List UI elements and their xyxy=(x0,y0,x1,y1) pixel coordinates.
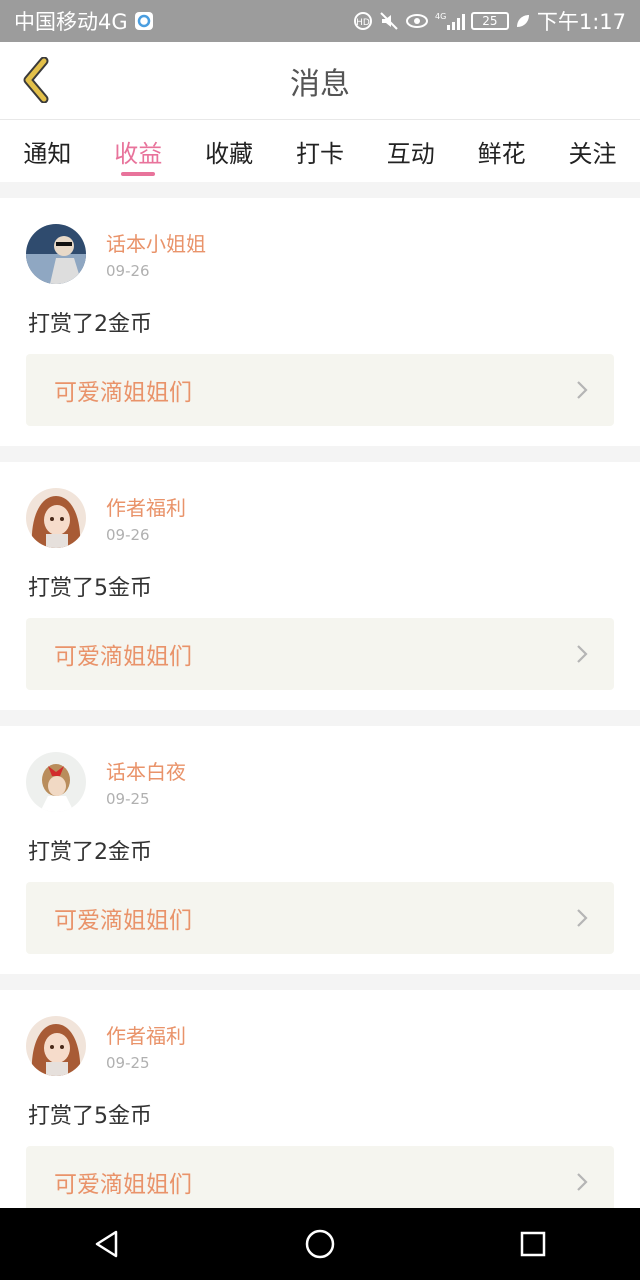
carrier-label: 中国移动4G xyxy=(14,10,128,34)
chevron-right-icon xyxy=(577,1173,588,1191)
tab-label: 收藏 xyxy=(205,139,254,168)
avatar[interactable] xyxy=(26,1016,86,1076)
tab-flowers[interactable]: 鲜花 xyxy=(468,120,536,182)
active-tab-indicator xyxy=(121,172,156,176)
leaf-icon xyxy=(515,13,531,29)
message-card: 话本小姐姐 09-26 打赏了2金币 可爱滴姐姐们 xyxy=(0,198,640,446)
battery-icon: 25 xyxy=(470,12,509,30)
tab-earnings[interactable]: 收益 xyxy=(104,120,172,182)
message-date: 09-26 xyxy=(106,526,150,544)
mute-icon xyxy=(379,11,399,31)
chevron-right-icon xyxy=(577,381,588,399)
work-title: 可爱滴姐姐们 xyxy=(54,908,192,934)
status-bar: 中国移动4G HD 4G 25 下午1:17 xyxy=(0,0,640,42)
work-title: 可爱滴姐姐们 xyxy=(54,380,192,406)
sender-name[interactable]: 话本白夜 xyxy=(106,756,186,785)
message-date: 09-25 xyxy=(106,1054,150,1072)
work-link[interactable]: 可爱滴姐姐们 xyxy=(26,354,614,426)
work-link[interactable]: 可爱滴姐姐们 xyxy=(26,882,614,954)
eye-icon xyxy=(405,11,429,31)
back-triangle-icon xyxy=(95,1230,117,1258)
sender-name[interactable]: 作者福利 xyxy=(106,1020,186,1049)
nav-recents-button[interactable] xyxy=(503,1214,563,1274)
tab-checkin[interactable]: 打卡 xyxy=(286,120,354,182)
svg-text:4G: 4G xyxy=(435,12,446,21)
message-list: 话本小姐姐 09-26 打赏了2金币 可爱滴姐姐们 作者福利 09-26 打赏了… xyxy=(0,182,640,1208)
sender-name[interactable]: 话本小姐姐 xyxy=(106,228,206,257)
sender-name[interactable]: 作者福利 xyxy=(106,492,186,521)
page-title: 消息 xyxy=(290,67,350,102)
chevron-right-icon xyxy=(577,645,588,663)
tab-bar: 通知 收益 收藏 打卡 互动 鲜花 关注 xyxy=(0,120,640,182)
tab-label: 通知 xyxy=(23,139,72,168)
work-title: 可爱滴姐姐们 xyxy=(54,644,192,670)
nav-home-button[interactable] xyxy=(290,1214,350,1274)
work-link[interactable]: 可爱滴姐姐们 xyxy=(26,618,614,690)
work-title: 可爱滴姐姐们 xyxy=(54,1172,192,1198)
recent-square-icon xyxy=(521,1231,546,1257)
message-card: 话本白夜 09-25 打赏了2金币 可爱滴姐姐们 xyxy=(0,726,640,974)
chevron-right-icon xyxy=(577,909,588,927)
system-nav-bar xyxy=(0,1208,640,1280)
nav-back-button[interactable] xyxy=(77,1214,137,1274)
svg-text:HD: HD xyxy=(356,18,370,28)
signal-4g-icon: 4G xyxy=(435,11,465,31)
message-text: 打赏了2金币 xyxy=(28,840,152,865)
back-button[interactable] xyxy=(14,56,58,104)
chevron-left-icon xyxy=(23,57,49,103)
message-card: 作者福利 09-26 打赏了5金币 可爱滴姐姐们 xyxy=(0,462,640,710)
avatar[interactable] xyxy=(26,488,86,548)
battery-level: 25 xyxy=(482,14,498,28)
tab-label: 打卡 xyxy=(295,139,344,168)
avatar[interactable] xyxy=(26,224,86,284)
avatar[interactable] xyxy=(26,752,86,812)
tab-label: 收益 xyxy=(114,139,163,168)
tab-label: 关注 xyxy=(568,139,617,168)
message-text: 打赏了2金币 xyxy=(28,312,152,337)
tab-notifications[interactable]: 通知 xyxy=(13,120,81,182)
home-circle-icon xyxy=(305,1229,335,1259)
message-date: 09-25 xyxy=(106,790,150,808)
work-link[interactable]: 可爱滴姐姐们 xyxy=(26,1146,614,1208)
message-card: 作者福利 09-25 打赏了5金币 可爱滴姐姐们 xyxy=(0,990,640,1208)
message-text: 打赏了5金币 xyxy=(28,1104,152,1129)
tab-label: 鲜花 xyxy=(477,139,526,168)
tab-interactions[interactable]: 互动 xyxy=(377,120,445,182)
browser-app-icon xyxy=(134,11,154,31)
app-header: 消息 xyxy=(0,42,640,120)
message-text: 打赏了5金币 xyxy=(28,576,152,601)
tab-favorites[interactable]: 收藏 xyxy=(195,120,263,182)
message-date: 09-26 xyxy=(106,262,150,280)
clock: 下午1:17 xyxy=(536,10,626,34)
hd-call-icon: HD xyxy=(353,11,373,31)
tab-label: 互动 xyxy=(386,139,435,168)
tab-follows[interactable]: 关注 xyxy=(558,120,626,182)
